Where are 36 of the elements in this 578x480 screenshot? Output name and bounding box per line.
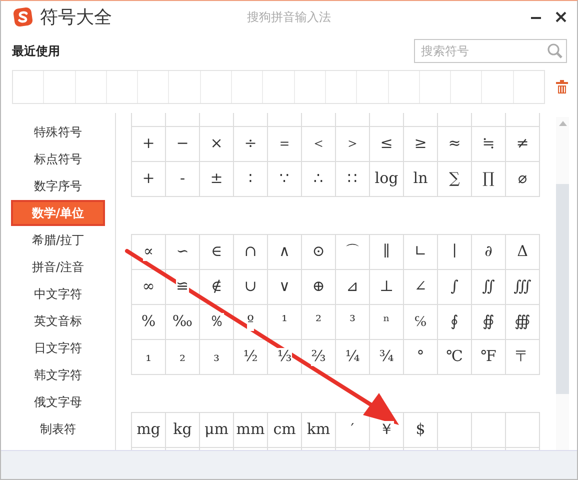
trash-icon[interactable]	[556, 80, 568, 94]
category-tab[interactable]: 特殊符号	[11, 121, 105, 143]
symbol-key[interactable]: º	[246, 313, 254, 331]
category-tab[interactable]: 韩文字符	[11, 364, 105, 386]
category-tab[interactable]: 标点符号	[11, 148, 105, 170]
app-name: 搜狗拼音输入法	[247, 9, 331, 26]
section-label: 最近使用	[12, 42, 60, 60]
search-field[interactable]: 搜索符号	[414, 39, 567, 63]
category-tab[interactable]: 日文字符	[11, 337, 105, 359]
scrollbar-thumb[interactable]	[556, 184, 569, 394]
symbol-key[interactable]: ∫	[450, 278, 458, 296]
symbol-key[interactable]: kg	[173, 421, 192, 439]
category-tab[interactable]: 中文字符	[11, 283, 105, 305]
symbol-key[interactable]: log	[374, 170, 398, 188]
symbol-key[interactable]: ⅔	[311, 348, 326, 366]
scroll-up-icon[interactable]	[558, 121, 566, 126]
category-tab[interactable]: 英文音标	[11, 310, 105, 332]
symbol-key[interactable]: ∰	[514, 313, 530, 331]
symbol-key[interactable]: ∏	[482, 170, 494, 188]
category-tab[interactable]: 俄文字母	[11, 391, 105, 413]
category-tab[interactable]: 制表符	[11, 418, 105, 440]
category-tab[interactable]: 希腊/拉丁	[11, 229, 105, 251]
symbol-key[interactable]: ∉	[210, 278, 222, 296]
scrollbar[interactable]	[556, 117, 569, 450]
close-icon[interactable]	[555, 11, 567, 23]
logo-icon	[13, 7, 33, 27]
symbol-key[interactable]: ∯	[482, 313, 494, 331]
symbol-key[interactable]: $	[416, 421, 426, 439]
symbol-key[interactable]: ∑	[449, 170, 460, 188]
category-tab[interactable]: 拼音/注音	[11, 256, 105, 278]
symbol-key[interactable]: ∬	[482, 278, 495, 296]
window-title: 符号大全	[40, 6, 112, 29]
symbol-key[interactable]: ∮	[450, 313, 458, 331]
symbol-key[interactable]: ∭	[514, 278, 532, 296]
category-tab[interactable]: 数字序号	[11, 175, 105, 197]
search-icon	[547, 43, 563, 59]
